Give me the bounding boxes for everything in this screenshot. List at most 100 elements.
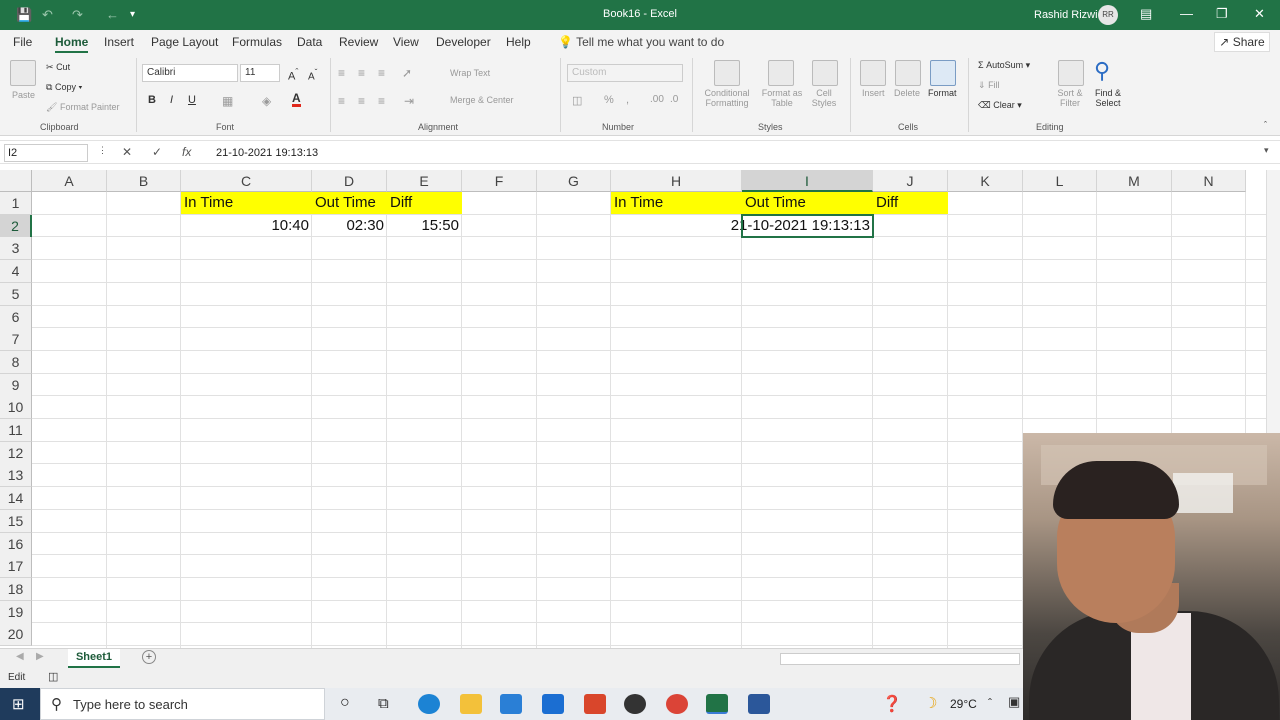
mail-icon[interactable] — [500, 694, 522, 714]
column-header-c[interactable]: C — [181, 170, 312, 192]
insert-function-icon[interactable]: fx — [182, 145, 191, 159]
cell-h1[interactable]: In Time — [611, 192, 742, 214]
column-header-i[interactable]: I — [742, 170, 873, 192]
edge-icon[interactable] — [418, 694, 440, 714]
tab-file[interactable]: File — [13, 35, 32, 49]
sort-filter-button[interactable]: Sort & Filter — [1052, 88, 1088, 108]
word-icon[interactable] — [748, 694, 770, 714]
column-header-f[interactable]: F — [462, 170, 537, 192]
formula-input[interactable]: 21-10-2021 19:13:13 — [216, 147, 318, 159]
customize-toolbar-icon[interactable]: ▾ — [130, 7, 135, 23]
office-icon[interactable] — [584, 694, 606, 714]
undo-icon[interactable]: ↶ — [42, 7, 53, 23]
row-header-12[interactable]: 12 — [0, 441, 32, 465]
column-header-h[interactable]: H — [611, 170, 742, 192]
conditional-formatting-button[interactable]: Conditional Formatting — [698, 88, 756, 108]
row-header-15[interactable]: 15 — [0, 509, 32, 533]
user-name[interactable]: Rashid Rizwi — [1034, 9, 1098, 21]
row-header-10[interactable]: 10 — [0, 396, 32, 420]
start-button[interactable]: ⊞ — [0, 688, 40, 720]
row-header-11[interactable]: 11 — [0, 419, 32, 442]
number-format-select[interactable]: Custom — [567, 64, 683, 82]
row-header-3[interactable]: 3 — [0, 237, 32, 261]
cut-button[interactable]: ✂ Cut — [46, 62, 70, 73]
format-painter-button[interactable]: 🖌 Format Painter — [46, 102, 119, 113]
accessibility-icon[interactable]: ◫ — [48, 670, 58, 683]
prev-sheet-icon[interactable]: ◀ — [16, 651, 24, 662]
dropbox-icon[interactable] — [542, 694, 564, 714]
column-header-j[interactable]: J — [873, 170, 948, 192]
column-header-l[interactable]: L — [1023, 170, 1097, 192]
italic-button[interactable]: I — [170, 94, 173, 106]
orientation-icon[interactable]: ➚ — [402, 66, 412, 80]
collapse-ribbon-icon[interactable]: ˆ — [1264, 120, 1267, 130]
sheet-tab[interactable]: Sheet1 — [68, 649, 120, 668]
name-box[interactable]: I2 — [4, 144, 88, 162]
font-color-button[interactable]: A — [292, 92, 301, 107]
column-header-n[interactable]: N — [1172, 170, 1246, 192]
fill-button[interactable]: ⇓ Fill — [978, 80, 1000, 91]
column-header-d[interactable]: D — [312, 170, 387, 192]
format-cells-button[interactable]: Format — [928, 88, 957, 98]
maximize-icon[interactable]: ❐ — [1216, 6, 1228, 22]
task-view-icon[interactable]: ⧉ — [378, 695, 389, 712]
row-header-5[interactable]: 5 — [0, 282, 32, 306]
share-button[interactable]: ↗ Share — [1214, 32, 1270, 52]
format-as-table-button[interactable]: Format as Table — [758, 88, 806, 108]
row-header-9[interactable]: 9 — [0, 373, 32, 397]
align-middle-icon[interactable]: ≡ — [358, 66, 365, 80]
row-header-2[interactable]: 2 — [0, 214, 32, 238]
paste-icon[interactable] — [10, 60, 36, 86]
row-header-6[interactable]: 6 — [0, 305, 32, 329]
row-header-14[interactable]: 14 — [0, 487, 32, 511]
cell-e2[interactable]: 15:50 — [387, 215, 462, 237]
paste-button[interactable]: Paste — [12, 90, 35, 100]
find-select-button[interactable]: Find & Select — [1088, 88, 1128, 108]
tell-me-search[interactable]: 💡 Tell me what you want to do — [558, 35, 724, 49]
excel-icon[interactable] — [706, 694, 728, 714]
currency-icon[interactable]: ◫ — [572, 94, 582, 107]
cell-c2[interactable]: 10:40 — [181, 215, 312, 237]
row-header-18[interactable]: 18 — [0, 577, 32, 601]
horizontal-scrollbar[interactable] — [780, 653, 1020, 665]
align-left-icon[interactable]: ≡ — [338, 94, 345, 108]
save-icon[interactable]: 💾 — [16, 7, 32, 23]
delete-cells-button[interactable]: Delete — [894, 88, 920, 98]
file-explorer-icon[interactable] — [460, 694, 482, 714]
format-cells-icon[interactable] — [930, 60, 956, 86]
column-header-e[interactable]: E — [387, 170, 462, 192]
clear-button[interactable]: ⌫ Clear ▾ — [978, 100, 1022, 111]
sort-filter-icon[interactable] — [1058, 60, 1084, 86]
help-icon[interactable]: ❓ — [882, 694, 902, 714]
taskbar-search[interactable]: ⚲ Type here to search — [40, 688, 325, 720]
increase-decimal-icon[interactable]: .00 — [650, 94, 664, 105]
expand-formula-icon[interactable]: ▾ — [1264, 145, 1269, 156]
underline-button[interactable]: U — [188, 94, 196, 106]
column-header-b[interactable]: B — [107, 170, 181, 192]
tab-developer[interactable]: Developer — [436, 35, 491, 49]
row-header-20[interactable]: 20 — [0, 623, 32, 647]
shrink-font-button[interactable]: Aˇ — [308, 67, 317, 82]
align-right-icon[interactable]: ≡ — [378, 94, 385, 108]
find-magnifier-icon[interactable]: ⚲ — [1094, 58, 1110, 84]
format-as-table-icon[interactable] — [768, 60, 794, 86]
font-size-select[interactable]: 11 — [240, 64, 280, 82]
bold-button[interactable]: B — [148, 94, 156, 106]
enter-icon[interactable]: ✓ — [152, 145, 162, 159]
indent-icon[interactable]: ⇥ — [404, 94, 414, 108]
align-bottom-icon[interactable]: ≡ — [378, 66, 385, 80]
cell-e1[interactable]: Diff — [387, 192, 462, 214]
conditional-formatting-icon[interactable] — [714, 60, 740, 86]
merge-center-button[interactable]: Merge & Center — [450, 95, 514, 105]
tray-chevron-icon[interactable]: ˆ — [988, 696, 992, 710]
cell-styles-button[interactable]: Cell Styles — [806, 88, 842, 108]
cancel-icon[interactable]: ✕ — [122, 145, 132, 159]
tab-page-layout[interactable]: Page Layout — [151, 35, 218, 49]
tab-review[interactable]: Review — [339, 35, 378, 49]
tab-view[interactable]: View — [393, 35, 419, 49]
copy-button[interactable]: ⧉ Copy ▾ — [46, 82, 82, 93]
align-top-icon[interactable]: ≡ — [338, 66, 345, 80]
tab-data[interactable]: Data — [297, 35, 322, 49]
row-header-1[interactable]: 1 — [0, 192, 32, 215]
openai-icon[interactable] — [624, 694, 646, 714]
